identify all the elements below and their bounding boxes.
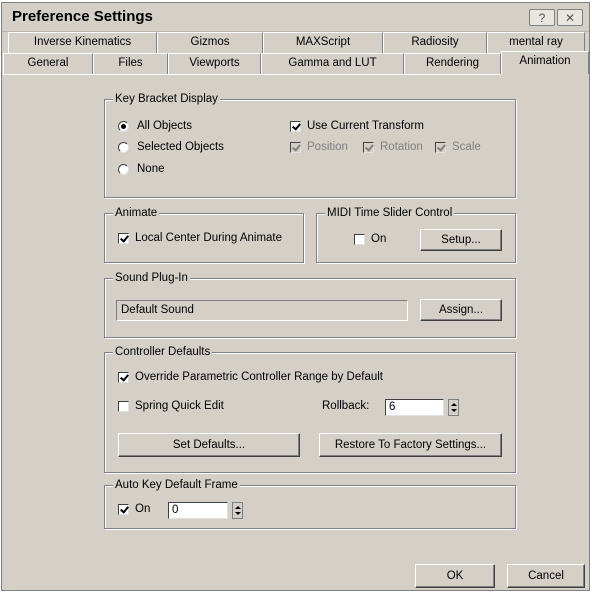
checkbox-midi-on[interactable]: On (354, 233, 386, 245)
tab-animation[interactable]: Animation (501, 51, 589, 74)
checkbox-override-parametric[interactable]: Override Parametric Controller Range by … (118, 371, 383, 383)
position-label: Position (307, 141, 348, 153)
checkbox-use-current-transform[interactable]: Use Current Transform (290, 120, 424, 132)
close-button[interactable]: ✕ (557, 9, 583, 26)
tab-radiosity[interactable]: Radiosity (383, 32, 487, 53)
sound-plugin-field: Default Sound (116, 300, 408, 321)
none-label: None (137, 163, 165, 175)
spinner-up-icon (451, 403, 457, 406)
spinner-down-icon (451, 409, 457, 412)
title-bar: Preference Settings ? ✕ (2, 3, 589, 32)
spinner-up-icon (235, 506, 241, 509)
autokey-frame-input[interactable]: 0 (168, 502, 228, 519)
tab-general[interactable]: General (3, 53, 93, 74)
midi-setup-button[interactable]: Setup... (420, 229, 502, 251)
checkbox-indicator (118, 400, 129, 412)
checkbox-indicator (290, 141, 301, 153)
tab-viewports[interactable]: Viewports (168, 53, 261, 74)
checkbox-indicator (118, 232, 129, 244)
checkbox-indicator (363, 141, 374, 153)
key-bracket-display-label: Key Bracket Display (113, 92, 220, 106)
tab-gizmos[interactable]: Gizmos (157, 32, 263, 53)
autokey-on-label: On (135, 503, 151, 515)
rotation-label: Rotation (380, 141, 423, 153)
tab-files[interactable]: Files (93, 53, 168, 74)
ok-button[interactable]: OK (415, 564, 495, 588)
set-defaults-button[interactable]: Set Defaults... (118, 433, 300, 457)
close-icon: ✕ (564, 10, 576, 25)
checkbox-scale[interactable]: Scale (435, 141, 481, 153)
checkbox-autokey-on[interactable]: On (118, 503, 150, 515)
tab-mental-ray[interactable]: mental ray (487, 32, 585, 53)
help-icon: ? (538, 10, 546, 25)
restore-factory-settings-button[interactable]: Restore To Factory Settings... (319, 433, 502, 457)
all-objects-label: All Objects (137, 120, 192, 132)
radio-selected-objects[interactable]: Selected Objects (118, 141, 224, 153)
radio-indicator (118, 141, 129, 153)
sound-assign-button[interactable]: Assign... (420, 299, 502, 321)
selected-objects-label: Selected Objects (137, 141, 224, 153)
checkbox-spring-quick-edit[interactable]: Spring Quick Edit (118, 400, 224, 412)
autokey-frame-spinner[interactable] (232, 502, 243, 519)
auto-key-default-frame-label: Auto Key Default Frame (113, 478, 240, 492)
spring-quick-edit-label: Spring Quick Edit (135, 400, 224, 412)
use-current-transform-label: Use Current Transform (307, 120, 424, 132)
auto-key-default-frame-group: Auto Key Default Frame (104, 478, 516, 529)
override-parametric-label: Override Parametric Controller Range by … (135, 371, 383, 383)
controller-defaults-label: Controller Defaults (113, 345, 213, 359)
spinner-down-icon (235, 512, 241, 515)
checkbox-rotation[interactable]: Rotation (363, 141, 423, 153)
tab-gamma-and-lut[interactable]: Gamma and LUT (261, 53, 404, 74)
preference-settings-window: Preference Settings ? ✕ Inverse Kinemati… (1, 2, 590, 591)
scale-label: Scale (452, 141, 481, 153)
window-title: Preference Settings (12, 8, 153, 25)
rollback-spinner[interactable] (448, 399, 459, 416)
help-button[interactable]: ? (529, 9, 555, 26)
radio-all-objects[interactable]: All Objects (118, 120, 192, 132)
midi-time-slider-label: MIDI Time Slider Control (325, 206, 455, 220)
radio-none[interactable]: None (118, 163, 165, 175)
checkbox-indicator (354, 233, 365, 245)
cancel-button[interactable]: Cancel (507, 564, 585, 588)
checkbox-indicator (118, 503, 129, 515)
animate-label: Animate (113, 206, 160, 220)
tab-maxscript[interactable]: MAXScript (263, 32, 383, 53)
checkbox-local-center[interactable]: Local Center During Animate (118, 232, 282, 244)
sound-plugin-label: Sound Plug-In (113, 271, 190, 285)
checkbox-indicator (118, 371, 129, 383)
rollback-label: Rollback: (322, 400, 370, 412)
midi-on-label: On (371, 233, 387, 245)
checkbox-indicator (290, 120, 301, 132)
tab-divider (3, 74, 501, 75)
tab-rendering[interactable]: Rendering (404, 53, 501, 74)
local-center-label: Local Center During Animate (135, 232, 283, 244)
rollback-input[interactable]: 6 (385, 399, 444, 416)
checkbox-position[interactable]: Position (290, 141, 348, 153)
checkbox-indicator (435, 141, 446, 153)
tab-inverse-kinematics[interactable]: Inverse Kinematics (8, 32, 157, 53)
radio-indicator (118, 120, 129, 132)
radio-indicator (118, 163, 129, 175)
